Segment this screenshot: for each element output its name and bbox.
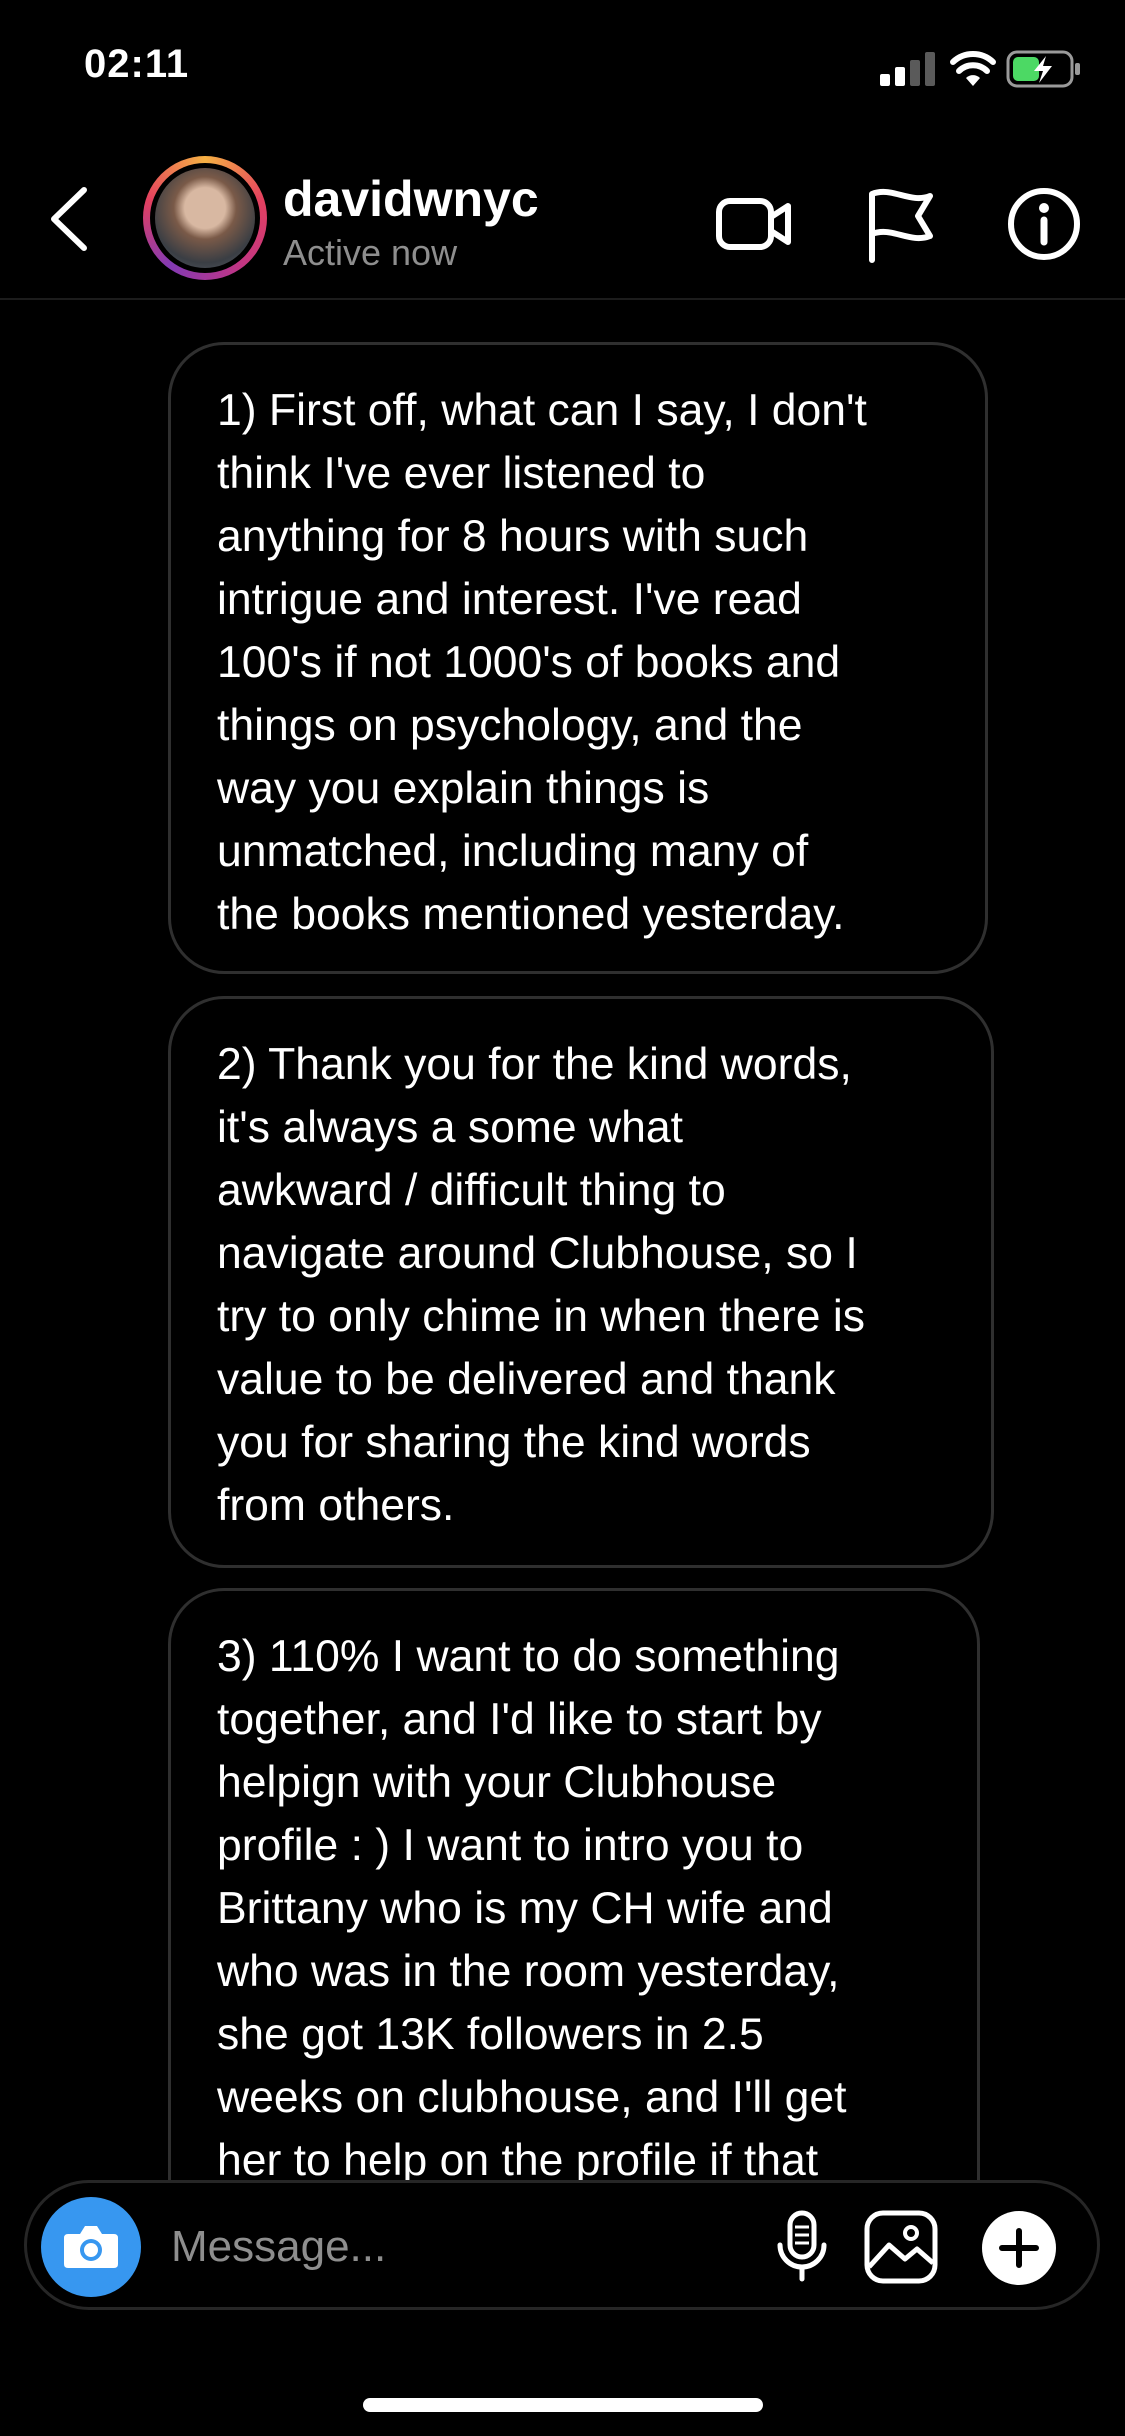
video-call-icon[interactable]	[714, 184, 794, 264]
home-indicator[interactable]	[363, 2398, 763, 2412]
message-text: 1) First off, what can I say, I don't th…	[217, 386, 867, 939]
message-text: 3) 110% I want to do something together,…	[217, 1632, 847, 2185]
status-bar: 02:11	[0, 0, 1125, 140]
signal-icon	[880, 52, 935, 86]
info-icon[interactable]	[1004, 184, 1084, 264]
message-bubble[interactable]: 1) First off, what can I say, I don't th…	[168, 342, 988, 974]
username[interactable]: davidwnyc	[283, 170, 539, 228]
microphone-icon[interactable]	[762, 2207, 842, 2287]
presence-status: Active now	[283, 232, 458, 273]
camera-icon	[64, 2226, 118, 2268]
wifi-icon	[950, 51, 996, 86]
message-bubble[interactable]: 2) Thank you for the kind words, it's al…	[168, 996, 994, 1568]
flag-icon[interactable]	[862, 184, 942, 264]
add-button[interactable]	[982, 2211, 1056, 2285]
message-composer	[24, 2180, 1100, 2310]
avatar[interactable]	[143, 156, 267, 280]
battery-icon	[1006, 50, 1080, 88]
back-icon[interactable]	[46, 184, 90, 254]
chat-header: davidwnyc Active now	[0, 140, 1125, 300]
camera-button[interactable]	[41, 2197, 141, 2297]
status-time: 02:11	[84, 42, 190, 86]
plus-icon	[999, 2228, 1039, 2268]
gallery-icon[interactable]	[861, 2207, 941, 2287]
message-bubble[interactable]: 3) 110% I want to do something together,…	[168, 1588, 980, 2228]
message-input[interactable]	[169, 2213, 733, 2281]
message-text: 2) Thank you for the kind words, it's al…	[217, 1040, 866, 1530]
